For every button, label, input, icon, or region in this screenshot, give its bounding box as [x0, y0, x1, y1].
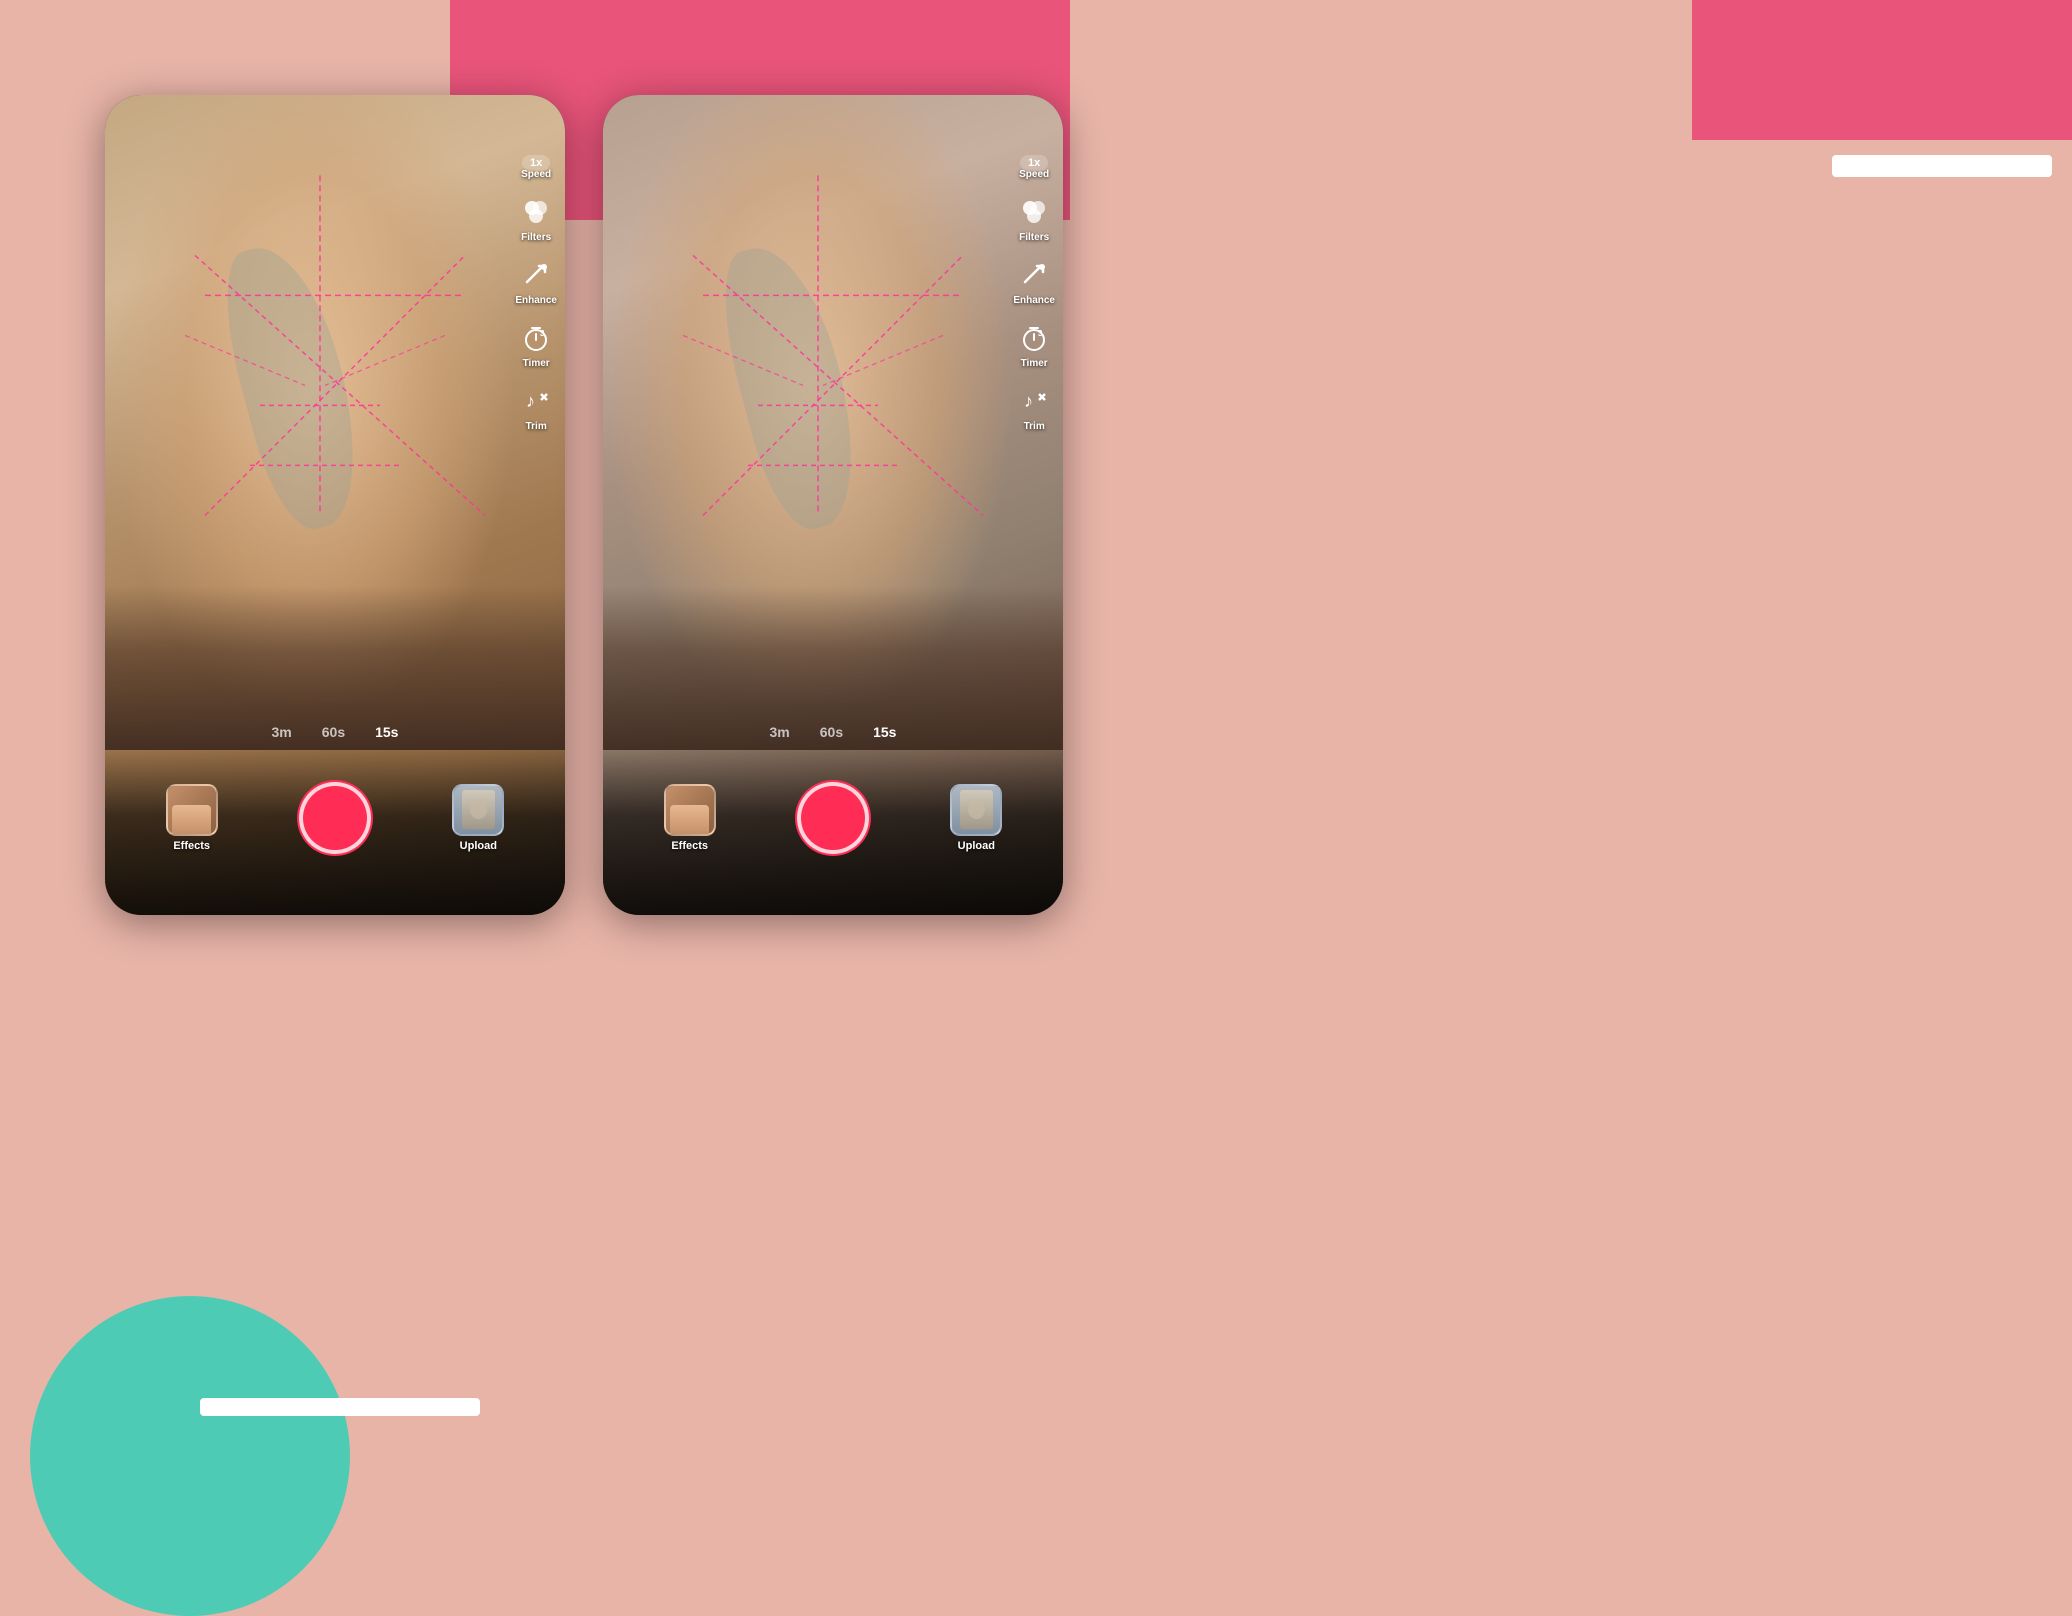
trim-button-right[interactable]: ♪ Trim — [1016, 383, 1052, 432]
filters-label-left: Filters — [521, 232, 551, 243]
timer-icon-right: 3 — [1016, 320, 1052, 356]
effects-thumbnail-left — [166, 784, 218, 836]
upload-thumbnail-right — [950, 784, 1002, 836]
enhance-button-left[interactable]: Enhance — [515, 257, 557, 306]
svg-text:3: 3 — [1038, 329, 1043, 338]
upload-button-left[interactable]: Upload — [452, 784, 504, 852]
enhance-label-left: Enhance — [515, 295, 557, 306]
trim-icon-right: ♪ — [1016, 383, 1052, 419]
enhance-icon-left — [518, 257, 554, 293]
upload-button-right[interactable]: Upload — [950, 784, 1002, 852]
effects-label-left: Effects — [173, 840, 210, 852]
toolbar-right: 1x Speed Filters — [1013, 155, 1055, 432]
upload-label-left: Upload — [460, 840, 497, 852]
timer-label-left: Timer — [523, 358, 550, 369]
duration-60s-right[interactable]: 60s — [820, 724, 843, 740]
effects-label-right: Effects — [671, 840, 708, 852]
svg-text:♪: ♪ — [1024, 391, 1033, 411]
filters-icon-left — [518, 194, 554, 230]
filters-button-left[interactable]: Filters — [518, 194, 554, 243]
phones-wrapper: 1x Speed Filters — [105, 95, 1063, 915]
bg-teal-circle — [30, 1296, 350, 1616]
filters-label-right: Filters — [1019, 232, 1049, 243]
duration-bar-right: 3m 60s 15s — [603, 724, 1063, 740]
effects-button-left[interactable]: Effects — [166, 784, 218, 852]
trim-icon-left: ♪ — [518, 383, 554, 419]
speed-button-right[interactable]: 1x Speed — [1019, 155, 1049, 180]
upload-thumbnail-left — [452, 784, 504, 836]
filters-icon-right — [1016, 194, 1052, 230]
toolbar-left: 1x Speed Filters — [515, 155, 557, 432]
timer-button-right[interactable]: 3 Timer — [1016, 320, 1052, 369]
phone-right: 1x Speed Filters — [603, 95, 1063, 915]
svg-text:♪: ♪ — [526, 391, 535, 411]
bg-white-bar-bottom — [200, 1398, 480, 1416]
bottom-bar-left: Effects Upload — [105, 750, 565, 915]
duration-bar-left: 3m 60s 15s — [105, 724, 565, 740]
phone-left: 1x Speed Filters — [105, 95, 565, 915]
duration-15s-right[interactable]: 15s — [873, 724, 896, 740]
enhance-icon-right — [1016, 257, 1052, 293]
timer-icon-left: 3 — [518, 320, 554, 356]
bottom-bar-right: Effects Upload — [603, 750, 1063, 915]
record-button-left[interactable] — [299, 782, 371, 854]
speed-label-right: Speed — [1019, 169, 1049, 180]
bg-white-bar-top — [1832, 155, 2052, 177]
bg-shape-top-right — [1692, 0, 2072, 140]
speed-label-left: Speed — [521, 169, 551, 180]
svg-text:3: 3 — [540, 329, 545, 338]
enhance-button-right[interactable]: Enhance — [1013, 257, 1055, 306]
trim-label-right: Trim — [1024, 421, 1045, 432]
filters-button-right[interactable]: Filters — [1016, 194, 1052, 243]
enhance-label-right: Enhance — [1013, 295, 1055, 306]
effects-thumbnail-right — [664, 784, 716, 836]
speed-button-left[interactable]: 1x Speed — [521, 155, 551, 180]
duration-3m-right[interactable]: 3m — [770, 724, 790, 740]
duration-3m-left[interactable]: 3m — [272, 724, 292, 740]
trim-label-left: Trim — [526, 421, 547, 432]
trim-button-left[interactable]: ♪ Trim — [518, 383, 554, 432]
upload-label-right: Upload — [958, 840, 995, 852]
duration-15s-left[interactable]: 15s — [375, 724, 398, 740]
timer-label-right: Timer — [1021, 358, 1048, 369]
effects-button-right[interactable]: Effects — [664, 784, 716, 852]
duration-60s-left[interactable]: 60s — [322, 724, 345, 740]
timer-button-left[interactable]: 3 Timer — [518, 320, 554, 369]
record-button-right[interactable] — [797, 782, 869, 854]
